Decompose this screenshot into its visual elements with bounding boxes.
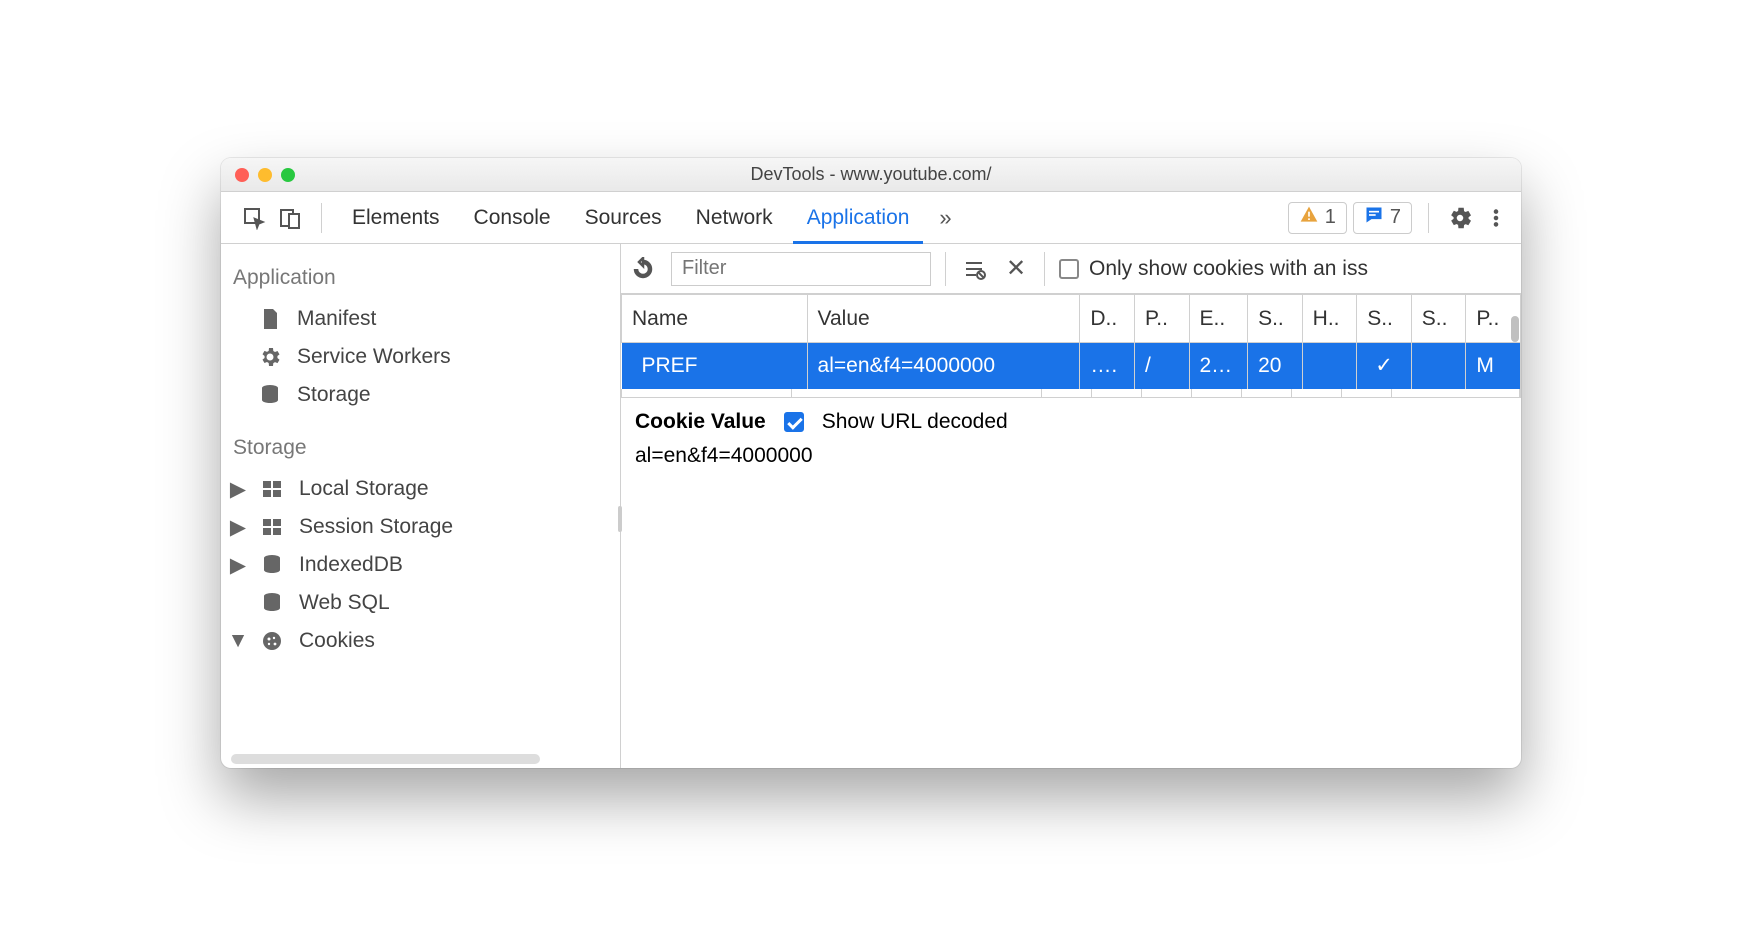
sidebar-item-label: Web SQL <box>299 591 390 615</box>
sidebar-item-session-storage[interactable]: ▶ Session Storage <box>221 508 620 546</box>
table-row[interactable]: PREF al=en&f4=4000000 …. / 2… 20 ✓ M <box>622 343 1521 389</box>
col-secure[interactable]: S.. <box>1357 295 1412 343</box>
messages-badge[interactable]: 7 <box>1353 202 1412 234</box>
col-name[interactable]: Name <box>622 295 808 343</box>
chevron-right-icon: ▶ <box>231 553 245 578</box>
cell-samesite <box>1411 343 1466 389</box>
horizontal-scrollbar[interactable] <box>231 754 540 764</box>
cookie-value-heading: Cookie Value <box>635 410 766 434</box>
issue-filter-checkbox[interactable] <box>1059 259 1079 279</box>
grid-icon <box>259 476 285 502</box>
sidebar-item-indexeddb[interactable]: ▶ IndexedDB <box>221 546 620 584</box>
cookies-pane: ✕ Only show cookies with an iss Name <box>621 244 1521 768</box>
device-toggle-icon[interactable] <box>275 203 305 233</box>
sidebar-item-label: Storage <box>297 383 371 407</box>
delete-icon[interactable]: ✕ <box>1002 255 1030 283</box>
minimize-window-button[interactable] <box>258 168 272 182</box>
gear-icon <box>257 344 283 370</box>
messages-count: 7 <box>1390 206 1401 229</box>
chevron-right-icon: ▶ <box>231 477 245 502</box>
col-path[interactable]: P.. <box>1134 295 1189 343</box>
tab-sources[interactable]: Sources <box>571 192 676 244</box>
col-domain[interactable]: D.. <box>1080 295 1135 343</box>
cookies-table: Name Value D.. P.. E.. S.. H.. S.. S.. P… <box>621 294 1521 389</box>
cookies-toolbar: ✕ Only show cookies with an iss <box>621 244 1521 294</box>
url-decoded-checkbox[interactable] <box>784 412 804 432</box>
more-tabs-button[interactable]: » <box>929 205 961 231</box>
close-window-button[interactable] <box>235 168 249 182</box>
warnings-badge[interactable]: 1 <box>1288 202 1347 234</box>
sidebar-item-local-storage[interactable]: ▶ Local Storage <box>221 470 620 508</box>
database-icon <box>259 552 285 578</box>
settings-icon[interactable] <box>1445 203 1475 233</box>
tab-elements[interactable]: Elements <box>338 192 454 244</box>
sidebar-item-label: Cookies <box>299 629 375 653</box>
issue-filter-label: Only show cookies with an iss <box>1089 257 1368 281</box>
cell-httponly <box>1302 343 1357 389</box>
devtools-window: DevTools - www.youtube.com/ Elements Con… <box>221 158 1521 768</box>
vertical-scrollbar[interactable] <box>1509 294 1519 340</box>
zoom-window-button[interactable] <box>281 168 295 182</box>
separator <box>1044 252 1045 286</box>
cell-path: / <box>1134 343 1189 389</box>
cookie-detail: Cookie Value Show URL decoded al=en&f4=4… <box>621 397 1521 480</box>
cell-size: 20 <box>1248 343 1303 389</box>
col-value[interactable]: Value <box>807 295 1080 343</box>
sidebar-item-label: Manifest <box>297 307 376 331</box>
database-icon <box>259 590 285 616</box>
cell-secure: ✓ <box>1357 343 1412 389</box>
clear-all-icon[interactable] <box>960 255 988 283</box>
cell-priority: M <box>1466 343 1521 389</box>
sidebar-item-cookies[interactable]: ▼ Cookies <box>221 622 620 660</box>
cell-name: PREF <box>622 343 808 389</box>
sidebar-heading-storage: Storage <box>221 432 620 470</box>
refresh-icon[interactable] <box>629 255 657 283</box>
database-icon <box>257 382 283 408</box>
sidebar-item-storage[interactable]: Storage <box>221 376 620 414</box>
sidebar-item-websql[interactable]: Web SQL <box>221 584 620 622</box>
window-controls <box>221 168 295 182</box>
filter-input[interactable] <box>671 252 931 286</box>
sidebar-item-service-workers[interactable]: Service Workers <box>221 338 620 376</box>
separator <box>1428 203 1429 233</box>
col-samesite[interactable]: S.. <box>1411 295 1466 343</box>
devtools-tabbar: Elements Console Sources Network Applica… <box>221 192 1521 244</box>
sidebar-heading-application: Application <box>221 262 620 300</box>
sidebar-resizer[interactable] <box>618 506 622 532</box>
sidebar-item-manifest[interactable]: Manifest <box>221 300 620 338</box>
sidebar-item-label: IndexedDB <box>299 553 403 577</box>
cookie-icon <box>259 628 285 654</box>
separator <box>945 252 946 286</box>
inspect-icon[interactable] <box>239 203 269 233</box>
col-expires[interactable]: E.. <box>1189 295 1248 343</box>
sidebar-item-label: Session Storage <box>299 515 453 539</box>
titlebar: DevTools - www.youtube.com/ <box>221 158 1521 192</box>
tab-network[interactable]: Network <box>682 192 787 244</box>
grid-icon <box>259 514 285 540</box>
application-sidebar: Application Manifest Service Workers Sto… <box>221 244 621 768</box>
tab-console[interactable]: Console <box>460 192 565 244</box>
cookie-value-text: al=en&f4=4000000 <box>635 444 1507 468</box>
col-size[interactable]: S.. <box>1248 295 1303 343</box>
col-httponly[interactable]: H.. <box>1302 295 1357 343</box>
table-header: Name Value D.. P.. E.. S.. H.. S.. S.. P… <box>622 295 1521 343</box>
sidebar-item-label: Service Workers <box>297 345 451 369</box>
file-icon <box>257 306 283 332</box>
cell-value: al=en&f4=4000000 <box>807 343 1080 389</box>
url-decoded-label: Show URL decoded <box>822 410 1008 434</box>
sidebar-item-label: Local Storage <box>299 477 429 501</box>
kebab-menu-icon[interactable] <box>1481 203 1511 233</box>
chevron-down-icon: ▼ <box>231 629 245 653</box>
separator <box>321 203 322 233</box>
message-icon <box>1364 205 1384 231</box>
chevron-right-icon: ▶ <box>231 515 245 540</box>
tab-application[interactable]: Application <box>793 192 924 244</box>
panel-body: Application Manifest Service Workers Sto… <box>221 244 1521 768</box>
cell-expires: 2… <box>1189 343 1248 389</box>
warnings-count: 1 <box>1325 206 1336 229</box>
warning-icon <box>1299 205 1319 231</box>
cell-domain: …. <box>1080 343 1135 389</box>
window-title: DevTools - www.youtube.com/ <box>221 164 1521 185</box>
table-empty-area <box>621 389 1521 397</box>
